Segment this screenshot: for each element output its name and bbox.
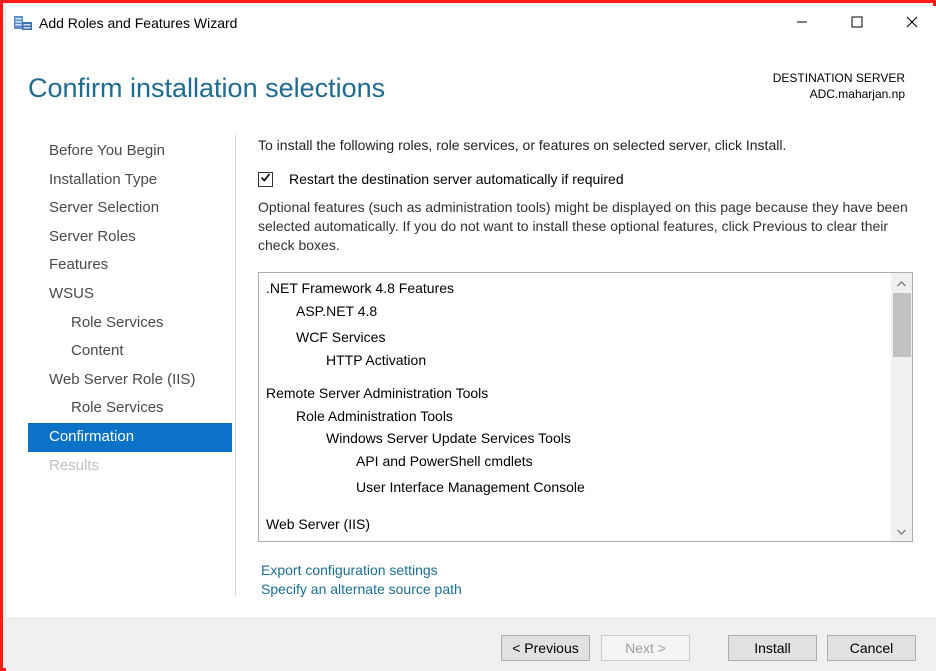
- features-scrollbar[interactable]: [891, 273, 912, 541]
- wizard-window: Add Roles and Features Wizard Confirm in…: [0, 0, 936, 671]
- scroll-down-button[interactable]: [891, 521, 912, 541]
- scroll-up-button[interactable]: [891, 273, 912, 293]
- chevron-up-icon: [897, 274, 906, 292]
- scroll-thumb[interactable]: [893, 293, 911, 357]
- previous-button[interactable]: < Previous: [501, 635, 590, 661]
- wizard-nav: Before You Begin Installation Type Serve…: [28, 137, 232, 480]
- feature-item: Web Server (IIS): [266, 516, 370, 532]
- chevron-down-icon: [897, 522, 906, 540]
- restart-option[interactable]: Restart the destination server automatic…: [258, 171, 624, 187]
- feature-item: WCF Services: [296, 329, 386, 345]
- feature-item: Remote Server Administration Tools: [266, 385, 489, 401]
- checkmark-icon: [260, 170, 271, 188]
- export-configuration-link[interactable]: Export configuration settings: [261, 562, 438, 578]
- wizard-footer: < Previous Next > Install Cancel: [6, 618, 936, 671]
- alternate-source-path-link[interactable]: Specify an alternate source path: [261, 581, 462, 597]
- server-manager-icon: [14, 15, 32, 31]
- nav-divider: [235, 135, 236, 595]
- maximize-icon: [851, 15, 863, 33]
- nav-item-server-roles[interactable]: Server Roles: [28, 223, 232, 252]
- nav-item-before-you-begin[interactable]: Before You Begin: [28, 137, 232, 166]
- destination-server-name: ADC.maharjan.np: [809, 87, 905, 101]
- destination-server-label: DESTINATION SERVER: [772, 71, 905, 85]
- feature-item: ASP.NET 4.8: [296, 303, 378, 319]
- features-list[interactable]: .NET Framework 4.8 Features ASP.NET 4.8 …: [258, 272, 913, 542]
- window-title: Add Roles and Features Wizard: [39, 15, 238, 31]
- wizard-body: Confirm installation selections DESTINAT…: [6, 41, 936, 618]
- close-icon: [906, 15, 918, 33]
- minimize-icon: [796, 15, 808, 33]
- nav-item-confirmation[interactable]: Confirmation: [28, 422, 232, 452]
- cancel-button[interactable]: Cancel: [827, 635, 916, 661]
- nav-item-server-selection[interactable]: Server Selection: [28, 194, 232, 223]
- install-button[interactable]: Install: [728, 635, 817, 661]
- feature-item: API and PowerShell cmdlets: [356, 453, 533, 469]
- title-bar: Add Roles and Features Wizard: [6, 6, 936, 41]
- next-button: Next >: [601, 635, 690, 661]
- minimize-button[interactable]: [779, 6, 825, 41]
- restart-label[interactable]: Restart the destination server automatic…: [289, 171, 624, 187]
- close-button[interactable]: [889, 6, 935, 41]
- feature-item: .NET Framework 4.8 Features: [266, 280, 455, 296]
- page-title: Confirm installation selections: [28, 73, 386, 103]
- nav-item-iis-role-services[interactable]: Role Services: [28, 394, 232, 423]
- nav-item-wsus-role-services[interactable]: Role Services: [28, 309, 232, 338]
- feature-item: User Interface Management Console: [356, 479, 585, 495]
- intro-text: To install the following roles, role ser…: [258, 137, 787, 153]
- optional-features-note: Optional features (such as administratio…: [258, 199, 908, 253]
- feature-item: Windows Server Update Services Tools: [326, 430, 571, 446]
- nav-item-wsus[interactable]: WSUS: [28, 280, 232, 309]
- nav-item-installation-type[interactable]: Installation Type: [28, 166, 232, 195]
- nav-item-content[interactable]: Content: [28, 337, 232, 366]
- nav-item-features[interactable]: Features: [28, 251, 232, 280]
- nav-item-web-server-role[interactable]: Web Server Role (IIS): [28, 366, 232, 395]
- feature-item: Role Administration Tools: [296, 408, 453, 424]
- maximize-button[interactable]: [834, 6, 880, 41]
- nav-item-results: Results: [49, 456, 100, 474]
- restart-checkbox[interactable]: [258, 170, 273, 188]
- feature-item: HTTP Activation: [326, 352, 427, 368]
